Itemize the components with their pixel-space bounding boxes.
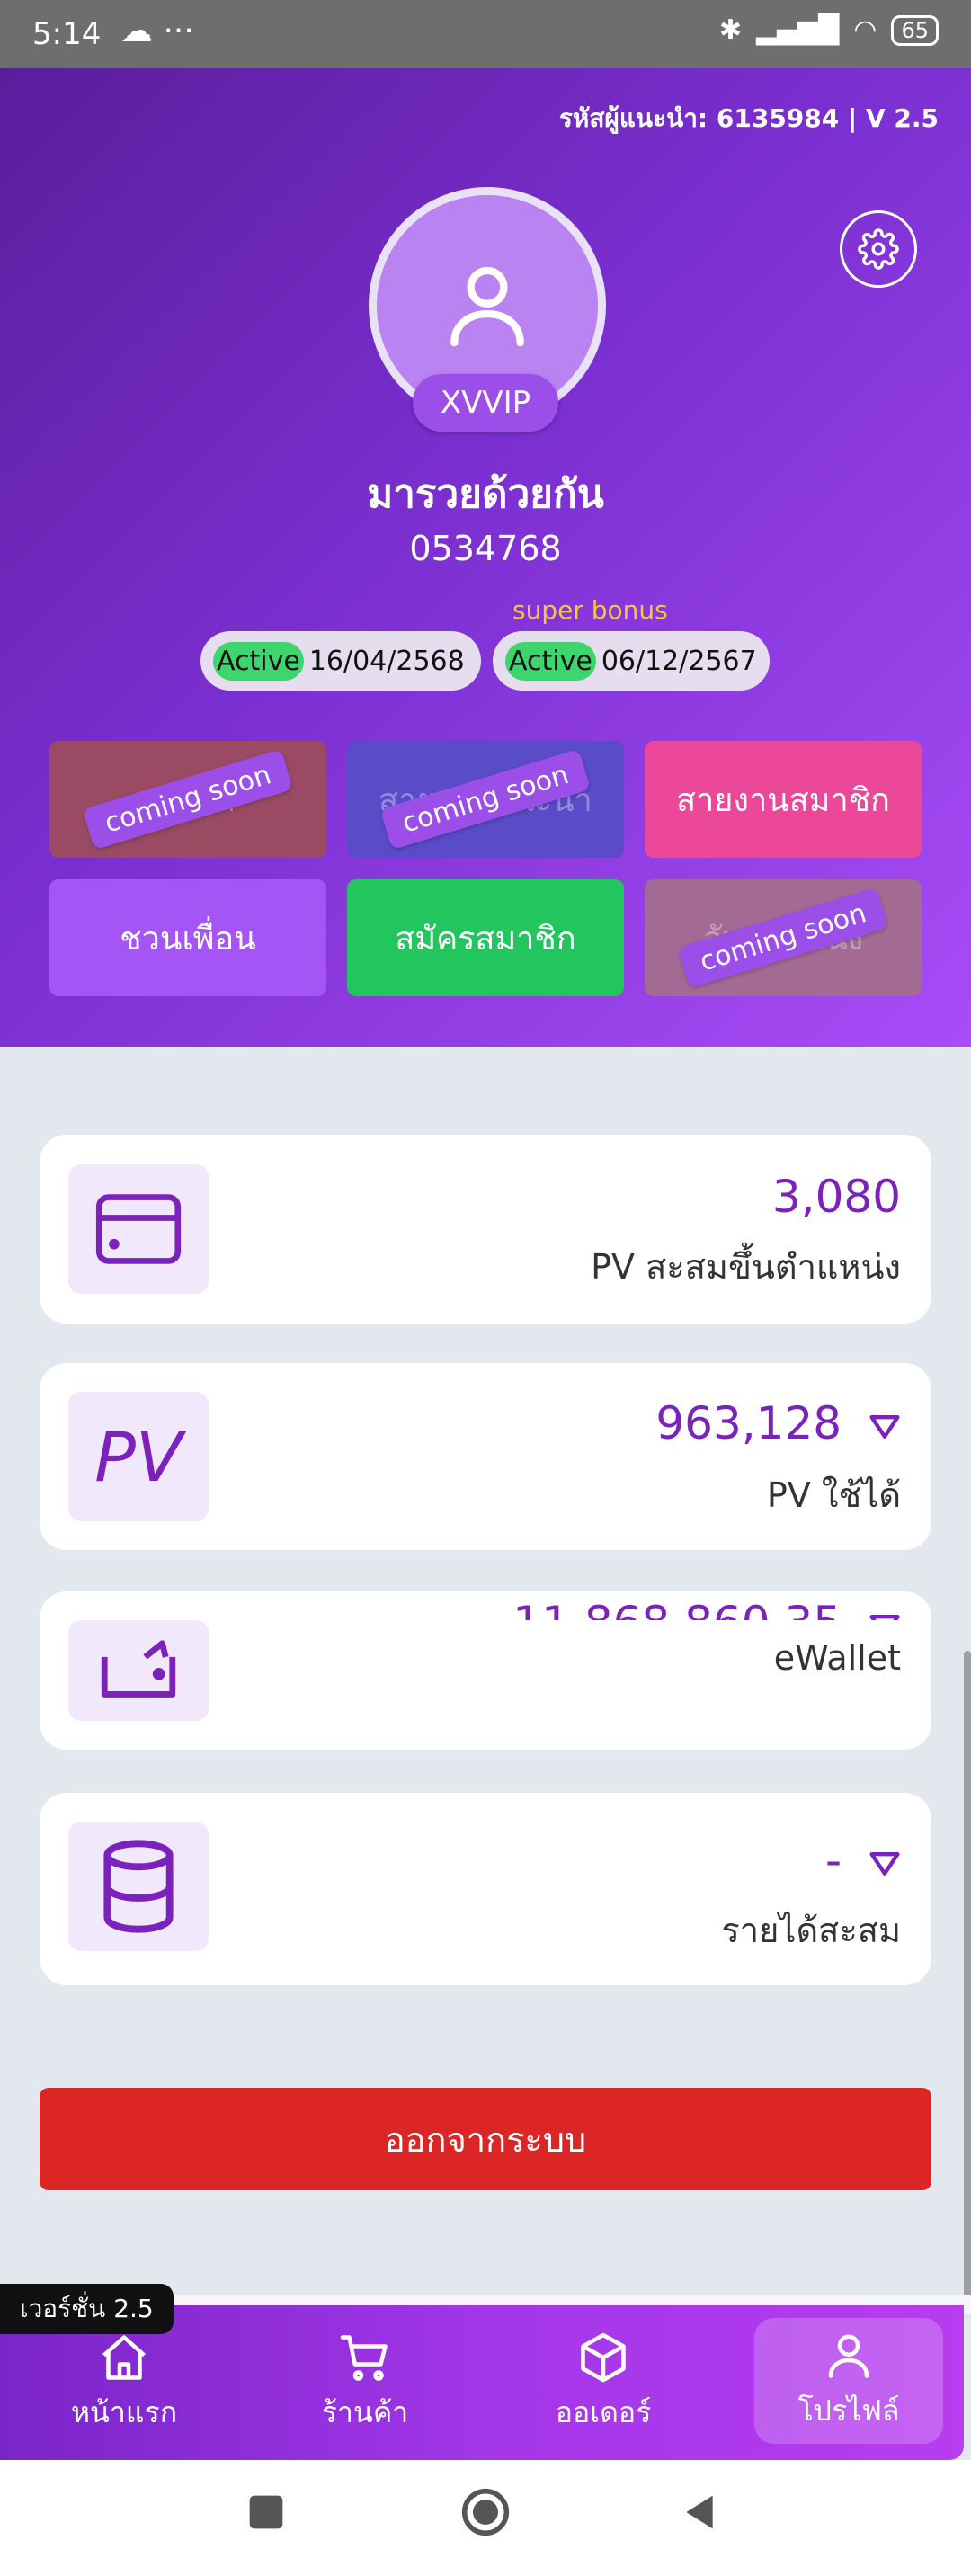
triangle-down-icon[interactable] [869,1613,901,1621]
register-member-button[interactable]: สมัครสมาชิก [347,879,624,996]
card-icon-box [68,1164,209,1294]
cart-icon [340,2334,388,2381]
stat-value: 963,128 [655,1397,842,1449]
referral-line-button[interactable]: สายงานแนะนำ coming soon [347,741,624,858]
home-button-icon[interactable] [460,2487,511,2537]
stat-value: 3,080 [771,1171,901,1223]
nav-shop-label: ร้านค้า [321,2394,409,2429]
invite-friend-button-label: ชวนเพื่อน [120,920,256,958]
battery-icon: 65 [891,14,939,46]
upgrade-rank-button[interactable]: อัพตำแหน่ง coming soon [645,879,922,996]
active-badge: Active 16/04/2568 [200,631,481,691]
coming-soon-ribbon: coming soon [82,748,294,851]
stat-label: PV ใช้ได้ [766,1475,901,1515]
active-badge: Active 06/12/2567 [493,631,770,691]
referral-code: รหัสผู้แนะนำ: 6135984 | V 2.5 [558,103,939,133]
stat-card-usable-pv[interactable]: PV 963,128 PV ใช้ได้ [40,1363,931,1550]
triangle-down-icon[interactable] [869,1850,901,1877]
stat-card-ewallet[interactable]: 11,868,860.35 eWallet [40,1591,931,1750]
bluetooth-icon: ✱ [718,14,742,46]
card-icon [95,1194,182,1264]
nav-home-label: หน้าแรก [70,2394,178,2429]
history-button[interactable]: ประวัติ coming soon [49,741,326,858]
status-right-icons: ✱ ▂▄▆█ ◠ 65 [719,14,939,46]
recent-apps-icon[interactable] [246,2492,286,2532]
stat-label: PV สะสมขึ้นตำแหน่ง [591,1247,901,1287]
profile-icon [828,2334,869,2378]
back-icon[interactable] [680,2492,719,2532]
database-icon [103,1840,174,1933]
stat-value-row: 963,128 [655,1397,901,1449]
member-name: มารวยด้วยกัน [367,471,604,517]
stat-value: 11,868,860.35 [512,1597,842,1620]
tier-badge: XVVIP [413,374,558,432]
stat-value-row: 11,868,860.35 [512,1591,901,1620]
invite-friend-button[interactable]: ชวนเพื่อน [49,879,326,996]
nav-profile[interactable]: โปรไฟล์ [754,2318,943,2444]
active-label: Active [505,641,596,681]
signal-icon: ▂▄▆█ [755,14,840,46]
system-nav-bar [0,2460,971,2576]
status-notification-icons: ☁ ··· [120,13,194,49]
box-icon [581,2332,626,2382]
stat-value: - [825,1834,842,1886]
wallet-icon [101,1640,176,1698]
wifi-icon: ◠ [853,14,877,46]
register-member-button-label: สมัครสมาชิก [395,920,576,958]
user-icon [450,266,524,347]
pv-icon-box: PV [68,1392,209,1521]
member-line-button-label: สายงานสมาชิก [676,781,890,819]
database-icon-box [68,1822,209,1951]
gear-icon [858,228,899,270]
logout-button[interactable]: ออกจากระบบ [40,2088,931,2190]
active-date: 16/04/2568 [308,645,465,677]
stat-card-total-income[interactable]: - รายได้สะสม [40,1793,931,1985]
scrollbar[interactable] [964,1651,971,2298]
wallet-icon-box [68,1620,209,1721]
status-time: 5:14 [32,16,102,52]
pv-icon: PV [94,1416,183,1497]
status-bar: 5:14 ☁ ··· ✱ ▂▄▆█ ◠ 65 [0,0,971,68]
member-line-button[interactable]: สายงานสมาชิก [645,741,922,858]
stat-label: รายได้สะสม [721,1911,901,1950]
home-icon [102,2334,146,2380]
stat-card-rank-pv[interactable]: 3,080 PV สะสมขึ้นตำแหน่ง [40,1135,931,1324]
member-code: 0534768 [409,529,562,568]
stat-value-row: - [825,1834,901,1886]
profile-header: รหัสผู้แนะนำ: 6135984 | V 2.5 XVVIP มารว… [0,68,971,1047]
active-label: Active [213,641,304,681]
settings-button[interactable] [840,210,917,288]
nav-shop[interactable]: ร้านค้า [277,2305,453,2460]
super-bonus-label: super bonus [512,595,668,625]
stat-label: eWallet [773,1638,901,1678]
triangle-down-icon[interactable] [869,1413,901,1440]
active-date: 06/12/2567 [601,645,757,677]
nav-profile-label: โปรไฟล์ [797,2393,900,2428]
nav-orders-label: ออเดอร์ [555,2394,652,2429]
nav-orders[interactable]: ออเดอร์ [515,2305,691,2460]
version-tag: เวอร์ชั่น 2.5 [0,2284,174,2334]
